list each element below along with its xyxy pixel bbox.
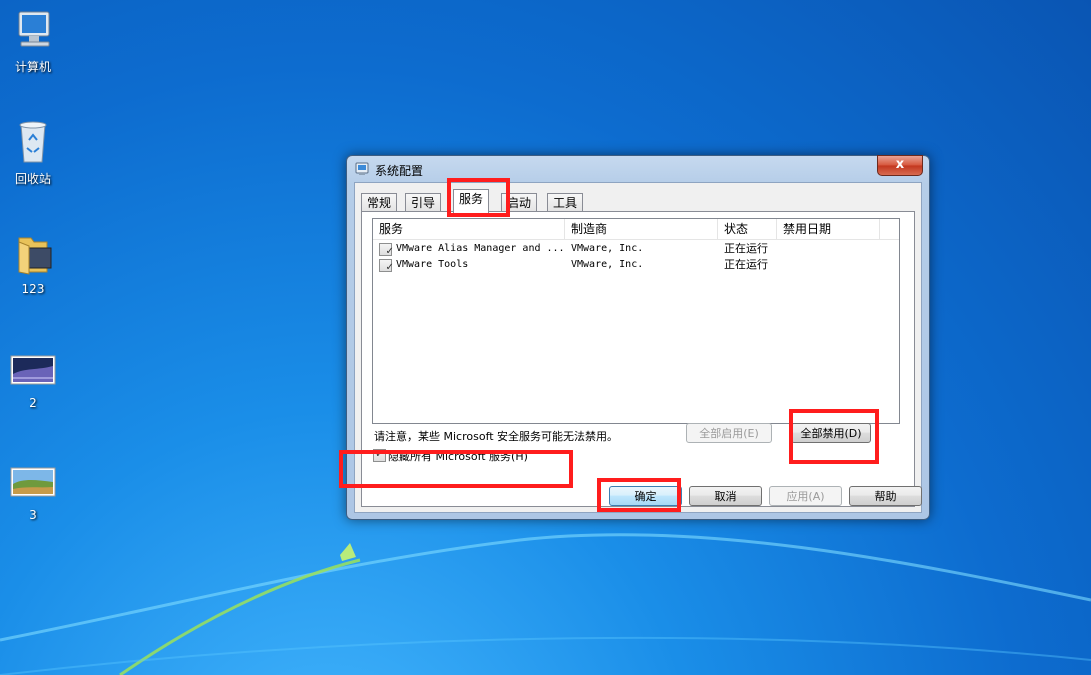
recycle-bin-icon (9, 118, 57, 166)
window-title: 系统配置 (375, 164, 424, 178)
tab-label: 启动 (507, 196, 532, 210)
services-list[interactable]: 服务 制造商 状态 禁用日期 ✓ VMware Alias Manager an… (372, 218, 900, 424)
desktop-icon-computer[interactable]: 计算机 (2, 6, 64, 75)
tab-label: 工具 (553, 196, 578, 210)
highlight-hide-ms (339, 450, 573, 488)
close-icon: x (895, 157, 905, 172)
service-vendor: VMware, Inc. (571, 259, 644, 270)
desktop-icon-image-3[interactable]: 3 (2, 456, 64, 522)
close-button[interactable]: x (877, 155, 923, 176)
highlight-disable-all (789, 409, 879, 464)
column-header-status[interactable]: 状态 (718, 219, 777, 239)
list-header: 服务 制造商 状态 禁用日期 (373, 219, 899, 240)
desktop-icon-image-2[interactable]: 2 (2, 344, 64, 410)
tab-services[interactable]: 服务 (453, 189, 490, 213)
tab-tools[interactable]: 工具 (547, 193, 584, 212)
service-vendor: VMware, Inc. (571, 243, 644, 254)
image-thumbnail-icon (9, 344, 57, 392)
service-status: 正在运行 (724, 258, 768, 271)
column-header-disabled-date[interactable]: 禁用日期 (777, 219, 880, 239)
desktop-icon-label: 123 (21, 282, 45, 296)
desktop-icon-folder[interactable]: 123 (2, 230, 64, 296)
tab-label: 引导 (411, 196, 436, 210)
enable-all-button[interactable]: 全部启用(E) (686, 423, 772, 443)
column-header-manufacturer[interactable]: 制造商 (565, 219, 718, 239)
service-name: VMware Tools (396, 259, 469, 270)
image-thumbnail-icon (9, 456, 57, 504)
cancel-button[interactable]: 取消 (689, 486, 762, 506)
service-status: 正在运行 (724, 242, 768, 255)
desktop-icon-label: 3 (29, 508, 37, 522)
tab-label: 服务 (459, 192, 484, 206)
service-checkbox[interactable]: ✓ (379, 243, 394, 257)
tab-boot[interactable]: 引导 (405, 193, 442, 212)
apply-button[interactable]: 应用(A) (769, 486, 842, 506)
tab-label: 常规 (367, 196, 392, 210)
service-name: VMware Alias Manager and ... (396, 243, 565, 254)
desktop-icon-label: 计算机 (14, 60, 51, 74)
list-item[interactable]: ✓ VMware Tools VMware, Inc. 正在运行 (373, 257, 899, 273)
desktop-icon-label: 2 (29, 396, 37, 410)
desktop-icon-recycle-bin[interactable]: 回收站 (2, 118, 64, 187)
title-bar[interactable]: 系统配置 x (347, 155, 929, 182)
list-item[interactable]: ✓ VMware Alias Manager and ... VMware, I… (373, 241, 899, 257)
desktop-icon-label: 回收站 (14, 172, 51, 186)
computer-icon (9, 6, 57, 54)
msconfig-icon (355, 162, 369, 176)
ms-services-note: 请注意，某些 Microsoft 安全服务可能无法禁用。 (374, 430, 619, 443)
help-button[interactable]: 帮助 (849, 486, 922, 506)
service-checkbox[interactable]: ✓ (379, 259, 394, 273)
highlight-ok (597, 478, 681, 512)
column-header-service[interactable]: 服务 (373, 219, 565, 239)
tab-general[interactable]: 常规 (361, 193, 398, 212)
check-icon: ✓ (385, 262, 394, 273)
folder-icon (9, 230, 57, 278)
